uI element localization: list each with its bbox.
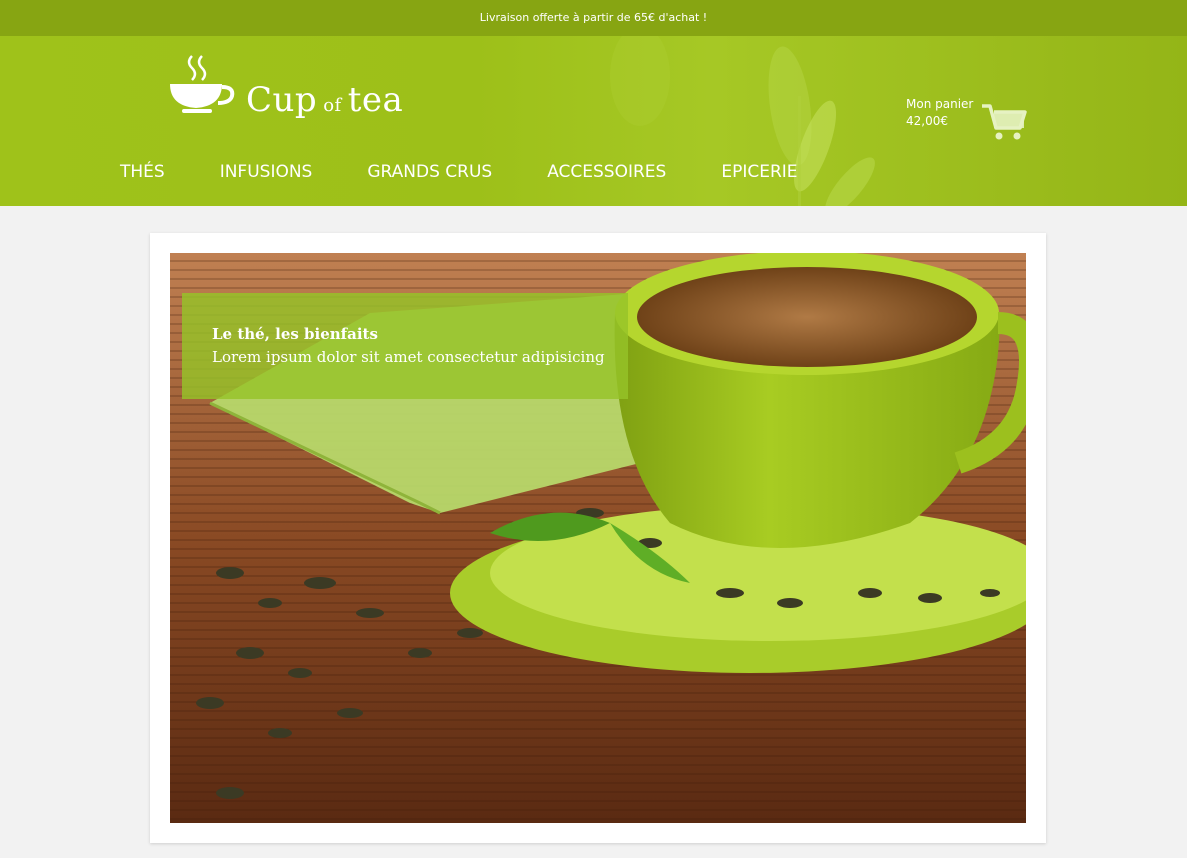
teacup-steam-icon — [170, 55, 235, 113]
nav-item-grands-crus[interactable]: GRANDS CRUS — [367, 160, 492, 184]
shopping-cart-icon[interactable] — [980, 102, 1028, 142]
nav-item-epicerie[interactable]: EPICERIE — [721, 160, 797, 184]
brand-word-cup: Cup — [246, 80, 318, 120]
main-nav: THÉS INFUSIONS GRANDS CRUS ACCESSOIRES E… — [120, 160, 853, 184]
promo-bar: Livraison offerte à partir de 65€ d'acha… — [0, 0, 1187, 36]
cart-label: Mon panier — [906, 97, 974, 111]
cart-total: 42,00€ — [906, 114, 948, 128]
promo-text: Livraison offerte à partir de 65€ d'acha… — [479, 11, 708, 24]
hero-title: Le thé, les bienfaits — [212, 325, 378, 343]
nav-item-accessoires[interactable]: ACCESSOIRES — [547, 160, 666, 184]
nav-item-infusions[interactable]: INFUSIONS — [220, 160, 313, 184]
site-header: Cup of tea Mon panier 42,00€ THÉS INFUSION… — [0, 36, 1187, 206]
brand-word-tea: tea — [347, 80, 404, 120]
site-logo[interactable]: Cup of tea — [168, 54, 408, 124]
hero-image[interactable]: Le thé, les bienfaits Lorem ipsum dolor … — [170, 253, 1026, 823]
hero-subtitle: Lorem ipsum dolor sit amet consectetur a… — [212, 348, 605, 366]
brand-word-of: of — [323, 95, 342, 116]
hero-caption: Le thé, les bienfaits Lorem ipsum dolor … — [182, 293, 628, 399]
cart-widget[interactable]: Mon panier 42,00€ — [906, 96, 1036, 148]
hero-card: Le thé, les bienfaits Lorem ipsum dolor … — [150, 233, 1046, 843]
brand-name: Cup of tea — [246, 80, 403, 120]
nav-item-thes[interactable]: THÉS — [120, 160, 165, 184]
